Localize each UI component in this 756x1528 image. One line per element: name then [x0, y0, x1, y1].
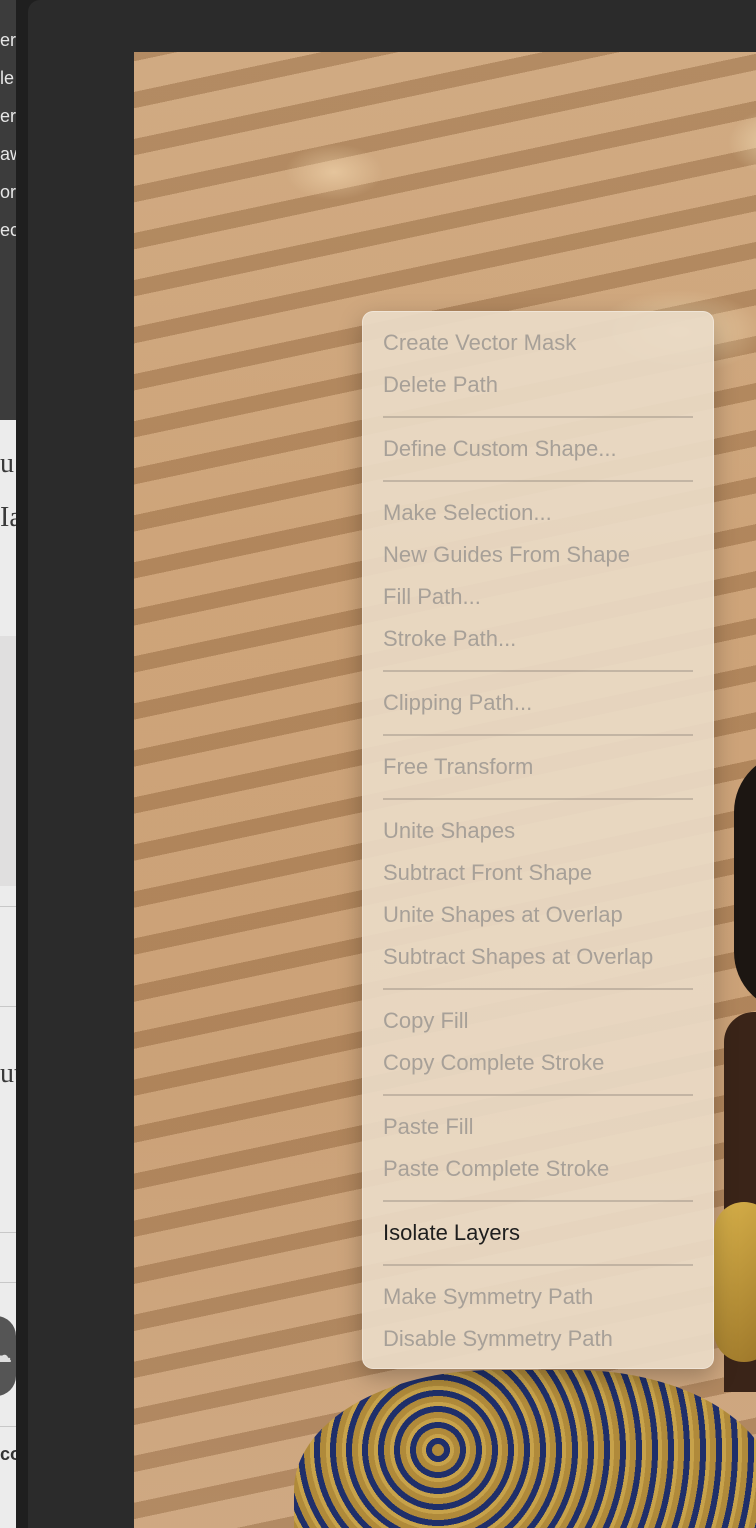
divider [0, 1282, 16, 1283]
menu-item-paste-fill[interactable]: Paste Fill [363, 1106, 713, 1148]
layer-label[interactable]: er [0, 106, 16, 127]
menu-item-make-symmetry-path[interactable]: Make Symmetry Path [363, 1276, 713, 1318]
divider [0, 1006, 16, 1007]
menu-separator [363, 660, 713, 682]
panel-block [0, 636, 16, 886]
menu-separator [363, 1254, 713, 1276]
photo-fabric [294, 1370, 756, 1528]
menu-item-clipping-path[interactable]: Clipping Path... [363, 682, 713, 724]
layer-label[interactable]: le [0, 68, 14, 89]
menu-separator [363, 1084, 713, 1106]
menu-item-delete-path[interactable]: Delete Path [363, 364, 713, 406]
layer-label[interactable]: or [0, 182, 16, 203]
cloud-icon[interactable]: ☁ [0, 1316, 16, 1396]
menu-separator [363, 724, 713, 746]
menu-item-new-guides-from-shape[interactable]: New Guides From Shape [363, 534, 713, 576]
background-app-strip: er le er aw or ec u Ia ut ☁ co [0, 0, 16, 1528]
menu-separator [363, 406, 713, 428]
menu-separator [363, 1190, 713, 1212]
panel-text-fragment: u [0, 448, 14, 479]
menu-separator [363, 788, 713, 810]
menu-separator [363, 978, 713, 1000]
photo-subject-hair [734, 752, 756, 1012]
menu-item-make-selection[interactable]: Make Selection... [363, 492, 713, 534]
photo-earring [714, 1202, 756, 1362]
panel-text-fragment: ut [0, 1058, 16, 1089]
layer-label[interactable]: aw [0, 144, 16, 165]
layers-panel-fragment: er le er aw or ec [0, 0, 16, 420]
footer-text-fragment: co [0, 1444, 16, 1464]
panel-text-fragment: Ia [0, 502, 16, 533]
context-menu: Create Vector Mask Delete Path Define Cust… [362, 311, 714, 1369]
menu-item-disable-symmetry-path[interactable]: Disable Symmetry Path [363, 1318, 713, 1360]
menu-item-paste-complete-stroke[interactable]: Paste Complete Stroke [363, 1148, 713, 1190]
menu-item-fill-path[interactable]: Fill Path... [363, 576, 713, 618]
menu-item-unite-shapes[interactable]: Unite Shapes [363, 810, 713, 852]
menu-item-free-transform[interactable]: Free Transform [363, 746, 713, 788]
menu-item-subtract-shapes-at-overlap[interactable]: Subtract Shapes at Overlap [363, 936, 713, 978]
divider [0, 1426, 16, 1427]
menu-item-stroke-path[interactable]: Stroke Path... [363, 618, 713, 660]
menu-item-create-vector-mask[interactable]: Create Vector Mask [363, 322, 713, 364]
menu-item-unite-shapes-at-overlap[interactable]: Unite Shapes at Overlap [363, 894, 713, 936]
menu-item-subtract-front-shape[interactable]: Subtract Front Shape [363, 852, 713, 894]
divider [0, 906, 16, 907]
menu-item-isolate-layers[interactable]: Isolate Layers [363, 1212, 713, 1254]
menu-item-copy-fill[interactable]: Copy Fill [363, 1000, 713, 1042]
menu-item-define-custom-shape[interactable]: Define Custom Shape... [363, 428, 713, 470]
menu-separator [363, 470, 713, 492]
menu-item-copy-complete-stroke[interactable]: Copy Complete Stroke [363, 1042, 713, 1084]
layer-label[interactable]: ec [0, 220, 16, 241]
divider [0, 1232, 16, 1233]
layer-label[interactable]: er [0, 30, 16, 51]
